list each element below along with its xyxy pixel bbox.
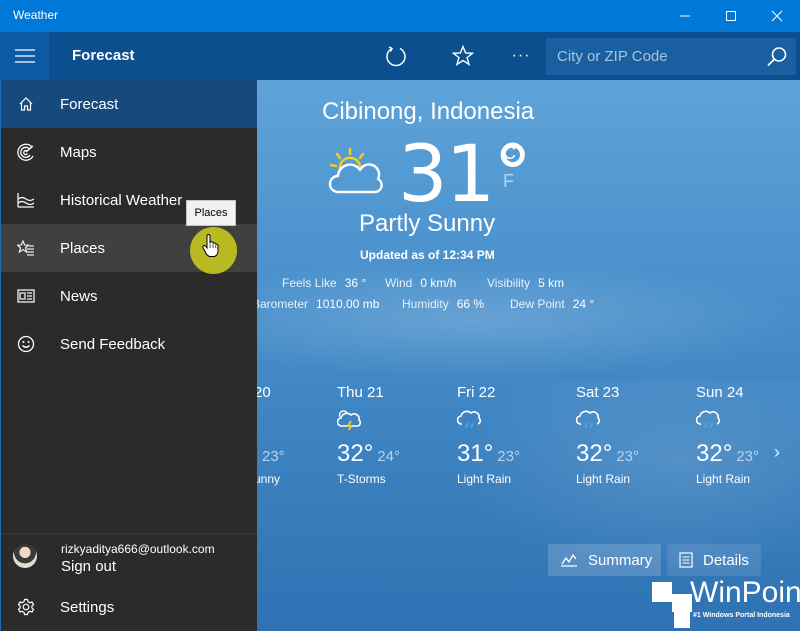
detail-dew-point: Dew Point 24 ° xyxy=(510,297,595,311)
list-icon xyxy=(679,552,693,568)
sidebar-item-label: Historical Weather xyxy=(60,191,183,209)
forecast-day-card[interactable]: Sat 23 32° 23° Light Rain xyxy=(575,384,686,486)
hamburger-icon xyxy=(14,49,35,63)
nav-pane: Forecast Maps Historical Weather Places … xyxy=(0,80,257,631)
home-icon xyxy=(19,97,33,111)
watermark-square xyxy=(674,612,690,628)
watermark-brand: WinPoin xyxy=(690,576,800,609)
forecast-low: 23° xyxy=(262,448,285,465)
refresh-button[interactable] xyxy=(376,32,416,80)
watermark-square xyxy=(652,582,672,602)
app-bar: Forecast ··· xyxy=(0,32,800,80)
tab-summary-label: Summary xyxy=(588,551,653,569)
gear-icon xyxy=(17,598,35,616)
updated-time: Updated as of 12:34 PM xyxy=(360,248,495,262)
forecast-day-card[interactable]: Sun 24 32° 23° Light Rain xyxy=(695,384,800,486)
sidebar-item-label: Places xyxy=(60,239,106,257)
forecast-desc: Light Rain xyxy=(576,472,631,486)
maximize-button[interactable] xyxy=(708,0,754,32)
sidebar-item-label: Settings xyxy=(60,598,115,616)
forecast-day-label: Sat 23 xyxy=(576,384,620,401)
sidebar-divider xyxy=(1,533,257,534)
chevron-right-icon[interactable]: › xyxy=(774,442,780,463)
minimize-button[interactable] xyxy=(662,0,708,32)
radar-icon xyxy=(17,143,34,161)
hamburger-button[interactable] xyxy=(0,32,49,80)
sign-out-link[interactable]: Sign out xyxy=(61,558,116,575)
forecast-low: 23° xyxy=(497,448,520,465)
forecast-high: 32° xyxy=(576,440,613,467)
sidebar-item-label: Send Feedback xyxy=(60,335,166,353)
close-button[interactable] xyxy=(754,0,800,32)
sidebar-item-label: Maps xyxy=(60,143,97,161)
search-input[interactable] xyxy=(546,38,756,75)
account-email: rizkyaditya666@outlook.com xyxy=(61,542,215,556)
account-section[interactable]: rizkyaditya666@outlook.com Sign out xyxy=(1,538,257,586)
light-rain-icon xyxy=(456,410,482,429)
refresh-icon xyxy=(386,46,406,67)
current-condition: Partly Sunny xyxy=(359,210,496,237)
detail-barometer: Barometer 1010.00 mb xyxy=(252,297,380,311)
sidebar-item-news[interactable]: News xyxy=(1,272,257,320)
window-title: Weather xyxy=(13,8,59,22)
watermark-square xyxy=(672,594,692,612)
title-bar: Weather xyxy=(0,0,800,32)
favorite-button[interactable] xyxy=(443,32,483,80)
more-button[interactable]: ··· xyxy=(501,32,541,80)
forecast-day-label: Sun 24 xyxy=(696,384,744,401)
search-box[interactable] xyxy=(546,38,796,75)
detail-wind: Wind 0 km/h xyxy=(385,276,457,290)
sidebar-item-maps[interactable]: Maps xyxy=(1,128,257,176)
star-list-icon xyxy=(17,240,34,256)
maximize-icon xyxy=(726,11,736,21)
tab-details[interactable]: Details xyxy=(667,544,761,576)
forecast-high: 32° xyxy=(696,440,733,467)
detail-feels-like: Feels Like 36 ° xyxy=(282,276,367,290)
forecast-high: 31° xyxy=(457,440,494,467)
page-title: Forecast xyxy=(72,47,135,64)
light-rain-icon xyxy=(575,410,601,429)
forecast-day-card[interactable]: Fri 22 31° 23° Light Rain xyxy=(456,384,567,486)
chart-icon xyxy=(561,553,577,567)
sidebar-item-label: Forecast xyxy=(60,95,119,113)
detail-visibility: Visibility 5 km xyxy=(487,276,565,290)
sidebar-item-send-feedback[interactable]: Send Feedback xyxy=(1,320,257,368)
tab-details-label: Details xyxy=(703,551,749,569)
light-rain-icon xyxy=(695,410,721,429)
sidebar-item-settings[interactable]: Settings xyxy=(1,583,257,631)
forecast-low: 24° xyxy=(377,448,400,465)
sidebar-item-forecast[interactable]: Forecast xyxy=(1,80,257,128)
sidebar-item-label: News xyxy=(60,287,98,305)
forecast-day-label: Thu 21 xyxy=(337,384,384,401)
forecast-low: 23° xyxy=(616,448,639,465)
more-icon: ··· xyxy=(511,47,531,64)
avatar xyxy=(13,544,37,568)
celsius-toggle[interactable]: C xyxy=(503,143,516,164)
detail-humidity: Humidity 66 % xyxy=(402,297,485,311)
forecast-low: 23° xyxy=(736,448,759,465)
location-name: Cibinong, Indonesia xyxy=(322,98,535,125)
minimize-icon xyxy=(680,15,690,17)
forecast-desc: T-Storms xyxy=(337,472,386,486)
forecast-day-card[interactable]: Thu 21 32° 24° T-Storms xyxy=(336,384,447,486)
partly-sunny-icon xyxy=(328,147,383,194)
forecast-desc: Light Rain xyxy=(457,472,512,486)
forecast-day-label: Fri 22 xyxy=(457,384,496,401)
star-icon xyxy=(452,45,474,66)
thunderstorm-icon xyxy=(336,410,362,431)
tooltip: Places xyxy=(186,200,236,226)
search-icon xyxy=(767,47,787,67)
fahrenheit-toggle[interactable]: F xyxy=(503,171,514,192)
hand-cursor-icon xyxy=(202,234,219,257)
forecast-high: 32° xyxy=(337,440,374,467)
forecast-desc: Light Rain xyxy=(696,472,751,486)
watermark-tagline: #1 Windows Portal Indonesia xyxy=(693,612,790,619)
search-button[interactable] xyxy=(766,46,788,68)
tab-summary[interactable]: Summary xyxy=(548,544,661,576)
smiley-icon xyxy=(17,335,35,353)
close-icon xyxy=(771,10,783,22)
chart-waves-icon xyxy=(17,193,35,208)
newspaper-icon xyxy=(17,289,35,303)
